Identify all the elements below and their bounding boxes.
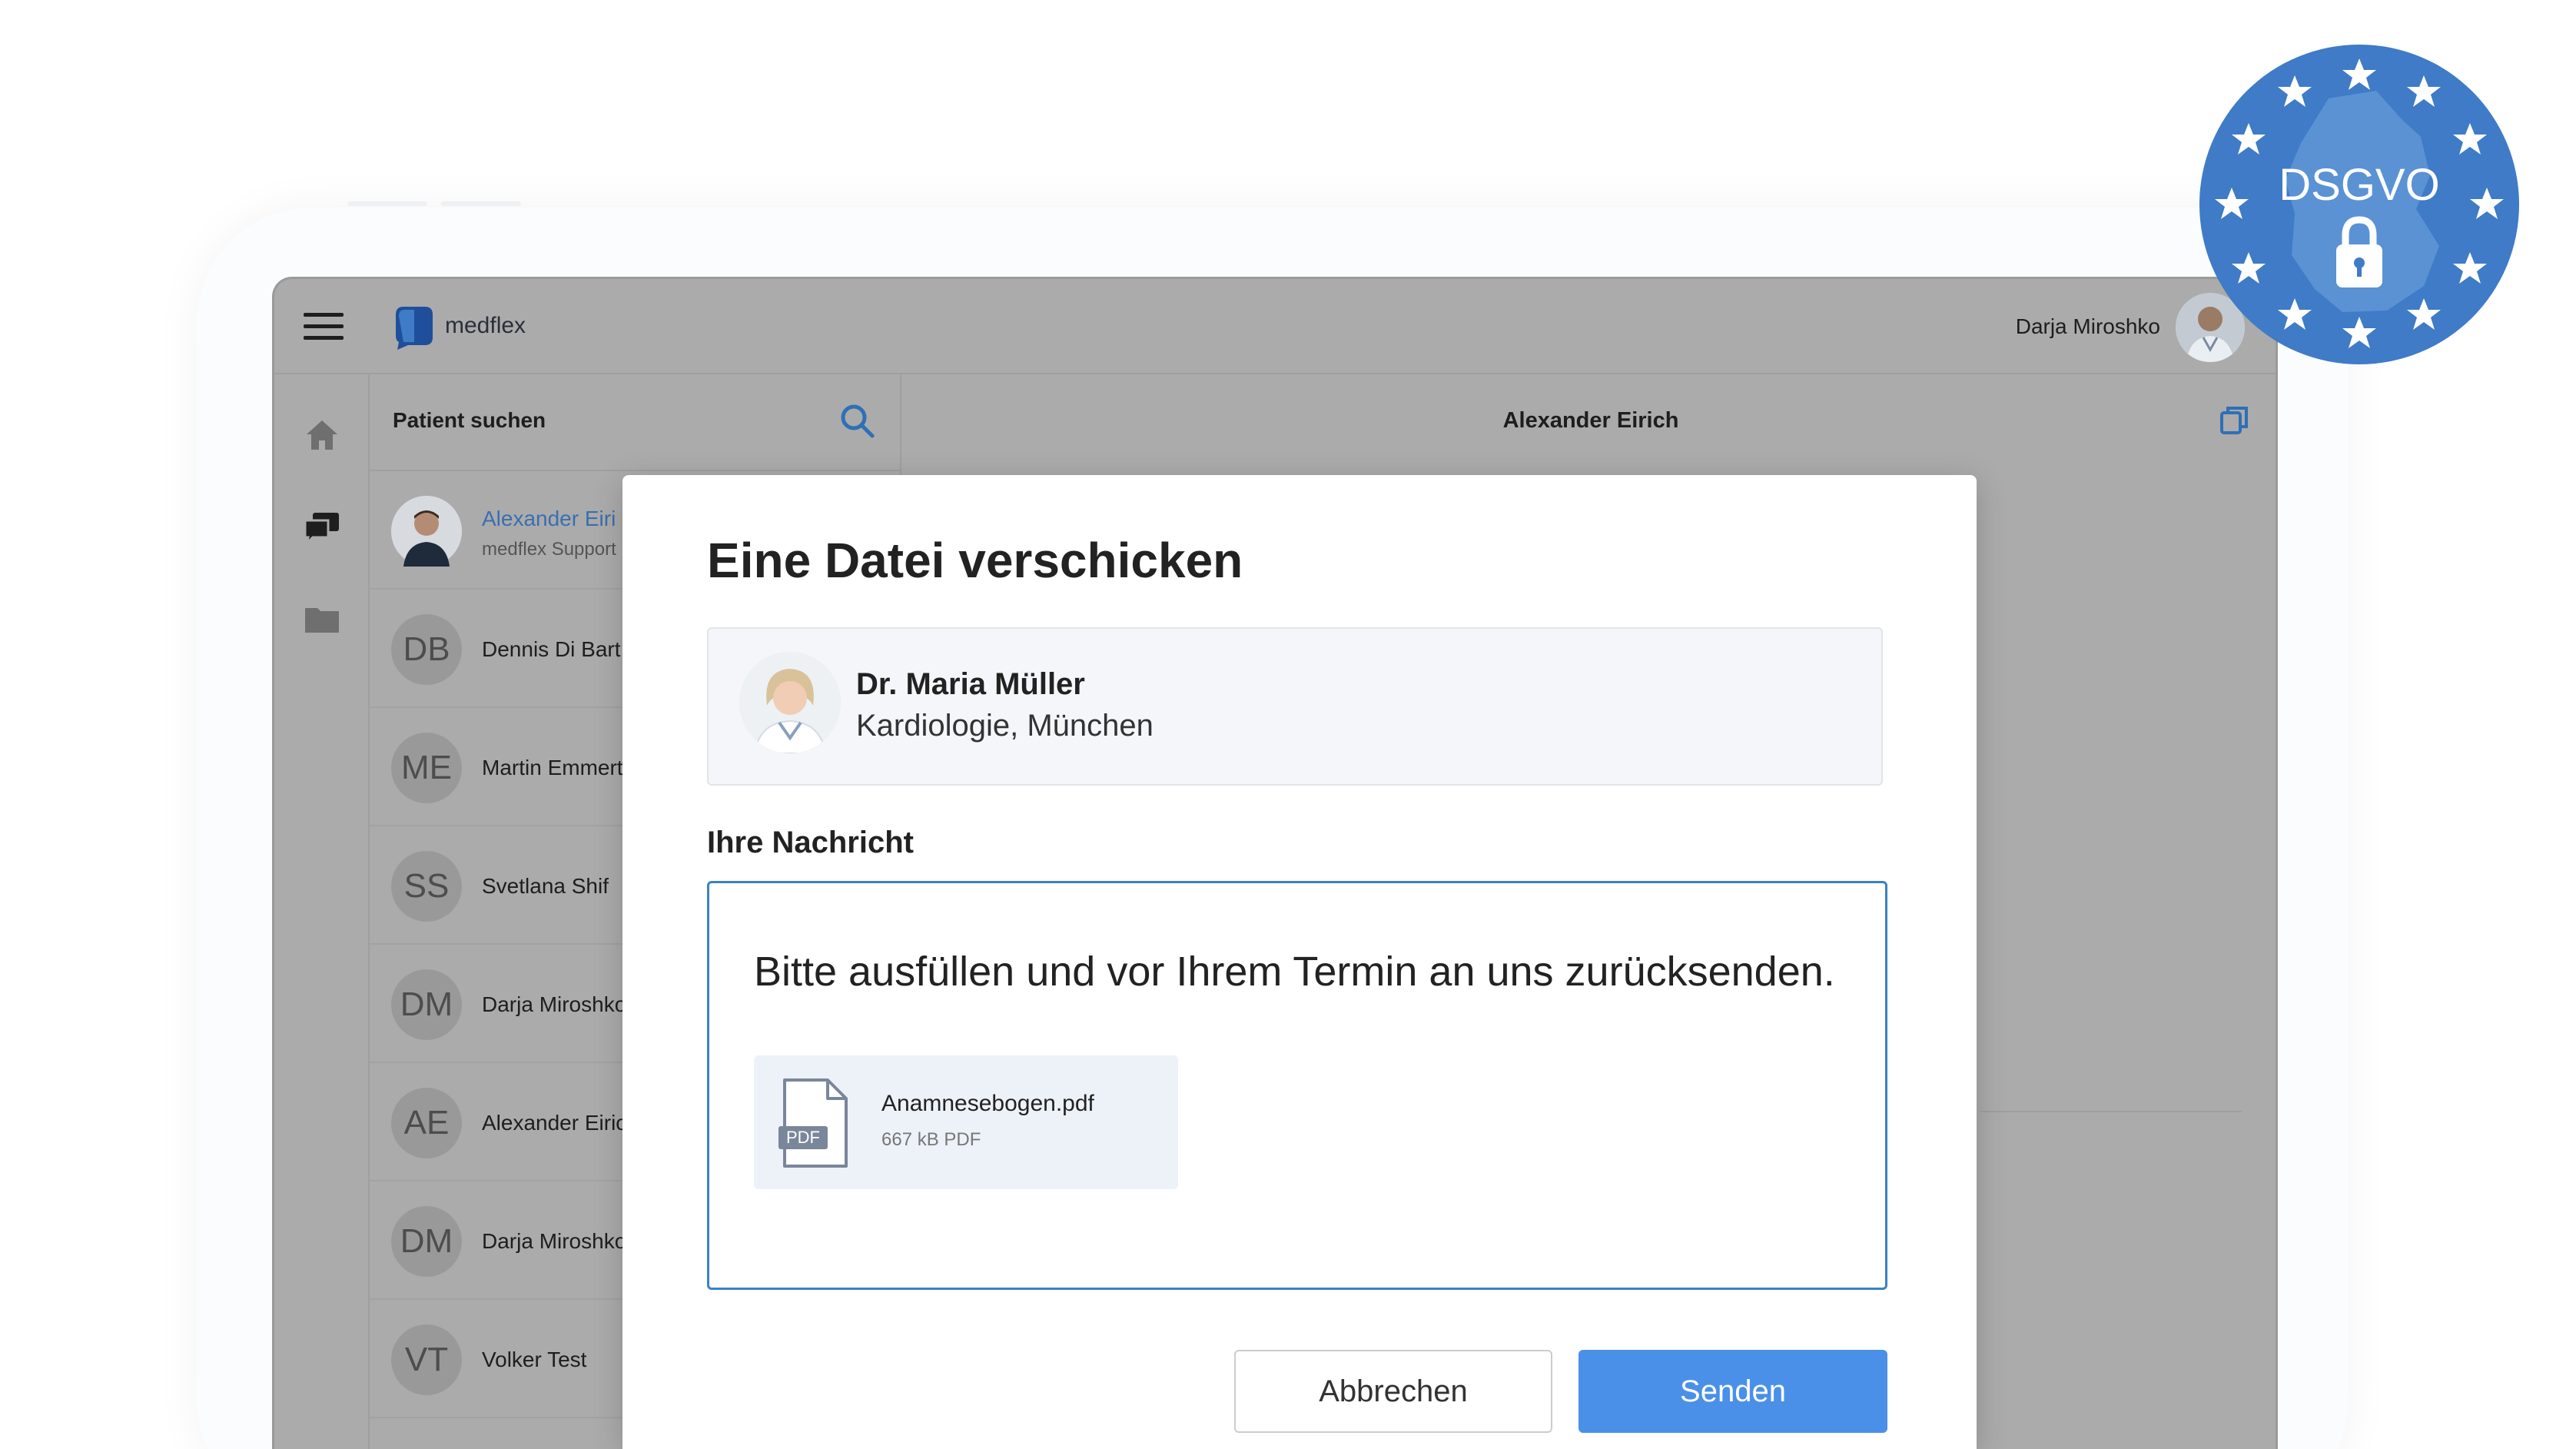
messages-icon[interactable] [302, 508, 342, 548]
contact-name: Alexander Eiri [482, 507, 616, 530]
current-user-name[interactable]: Darja Miroshko [2016, 314, 2160, 339]
cancel-button[interactable]: Abbrechen [1234, 1350, 1552, 1433]
attachment-filename: Anamnesebogen.pdf [881, 1091, 1094, 1116]
contact-photo [391, 496, 462, 567]
send-button[interactable]: Senden [1578, 1350, 1887, 1433]
home-icon[interactable] [302, 414, 342, 454]
search-icon[interactable] [837, 400, 877, 440]
brand-name: medflex [445, 313, 526, 338]
copy-icon[interactable] [2217, 404, 2251, 437]
menu-icon[interactable] [304, 313, 344, 341]
tablet-sensor [441, 201, 521, 206]
contact-avatar: DM [391, 969, 462, 1040]
send-file-dialog: Eine Datei verschicken Dr. Maria Müller … [622, 475, 1977, 1449]
nav-rail [274, 374, 370, 1449]
contact-subtitle: medflex Support [482, 539, 616, 560]
contact-avatar: DB [391, 614, 462, 685]
top-bar: medflex Darja Miroshko [274, 279, 2276, 374]
pdf-file-icon: PDF [778, 1078, 848, 1168]
contact-name: Darja Miroshko [482, 992, 627, 1016]
contact-name: Dennis Di Bart [482, 637, 621, 661]
contact-avatar: SS [391, 851, 462, 922]
divider [1980, 1111, 2242, 1112]
recipient-name: Dr. Maria Müller [856, 667, 1085, 701]
contact-name: Darja Miroshko [482, 1229, 627, 1253]
contact-avatar: DM [391, 1206, 462, 1277]
contact-name: Volker Test [482, 1348, 587, 1371]
recipient-card: Dr. Maria Müller Kardiologie, München [707, 627, 1883, 786]
contact-name: Alexander Eiric [482, 1111, 627, 1135]
contact-avatar: AE [391, 1088, 462, 1158]
chat-title: Alexander Eirich [1502, 408, 1679, 433]
contact-name: Martin Emmert [482, 756, 623, 779]
dsgvo-badge: DSGVO [2199, 45, 2519, 364]
attachment-card[interactable]: PDF Anamnesebogen.pdf 667 kB PDF [754, 1055, 1178, 1189]
contact-name: Svetlana Shif [482, 874, 609, 898]
patient-search-label[interactable]: Patient suchen [393, 408, 546, 433]
contact-avatar: ME [391, 733, 462, 803]
message-text[interactable]: Bitte ausfüllen und vor Ihrem Termin an … [754, 948, 1835, 995]
message-label: Ihre Nachricht [707, 826, 914, 859]
folder-icon[interactable] [302, 599, 342, 639]
recipient-avatar [739, 652, 841, 753]
attachment-meta: 667 kB PDF [881, 1129, 981, 1150]
medflex-logo-icon [396, 307, 433, 350]
message-input[interactable]: Bitte ausfüllen und vor Ihrem Termin an … [707, 881, 1887, 1290]
recipient-department: Kardiologie, München [856, 709, 1154, 743]
dialog-title: Eine Datei verschicken [707, 533, 1243, 588]
contact-avatar: VT [391, 1324, 462, 1395]
tablet-camera [347, 201, 427, 206]
pdf-badge-text: PDF [786, 1128, 820, 1147]
dsgvo-label: DSGVO [2279, 160, 2440, 210]
